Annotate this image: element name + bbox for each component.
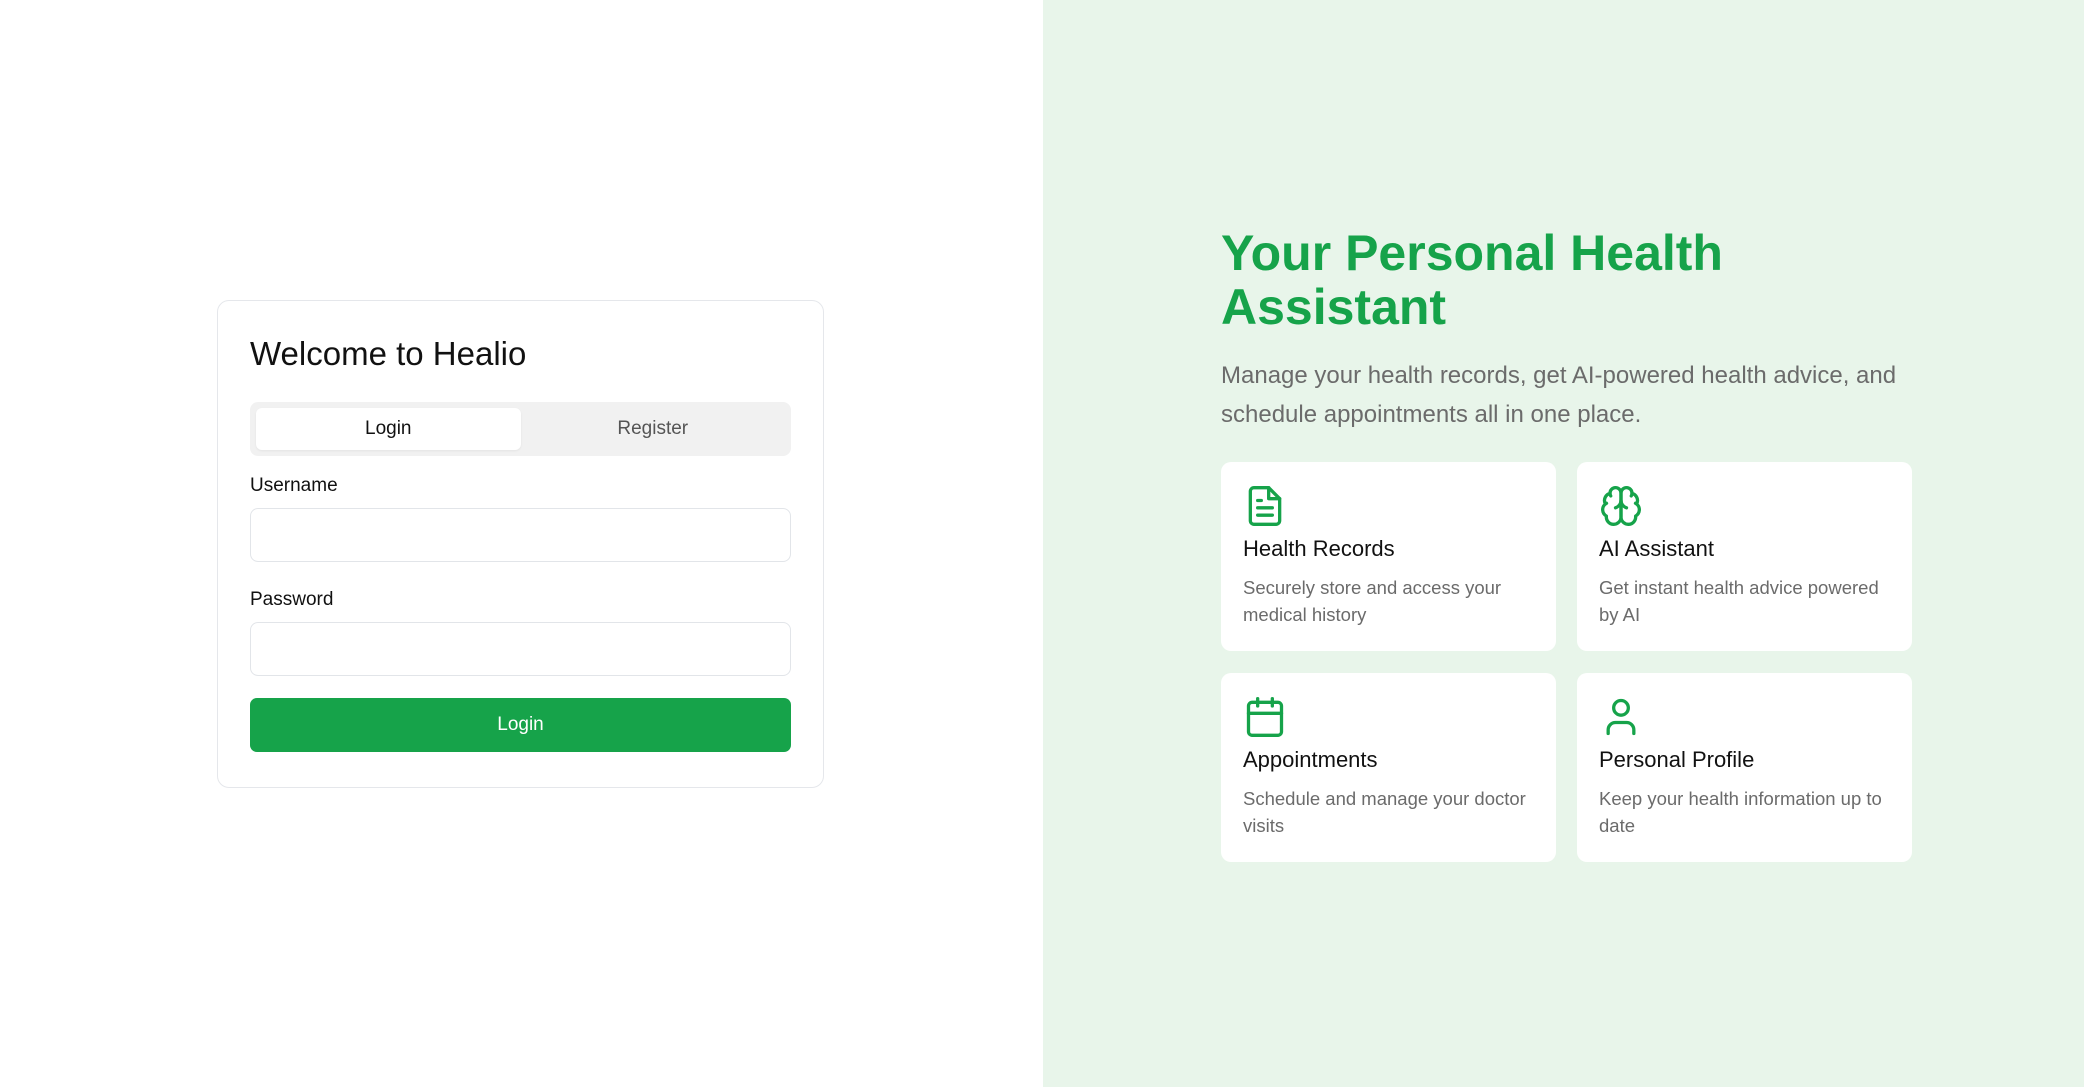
tab-login[interactable]: Login	[256, 408, 521, 451]
feature-title: Health Records	[1243, 536, 1395, 561]
feature-card-health-records: Health Records Securely store and access…	[1221, 462, 1556, 651]
feature-card-personal-profile: Personal Profile Keep your health inform…	[1577, 673, 1912, 862]
promo-title: Your Personal Health Assistant	[1221, 225, 1723, 335]
feature-description: Keep your health information up to date	[1599, 788, 1882, 836]
login-button[interactable]: Login	[250, 698, 791, 753]
feature-title: Personal Profile	[1599, 747, 1755, 772]
feature-grid: Health Records Securely store and access…	[1221, 462, 1921, 862]
login-card: Welcome to Healio Login Register Usernam…	[217, 300, 824, 788]
feature-description: Securely store and access your medical h…	[1243, 577, 1502, 625]
document-icon	[1243, 484, 1287, 528]
promo-panel: Your Personal Health Assistant Manage yo…	[1043, 0, 2084, 1087]
username-input[interactable]	[250, 508, 791, 563]
feature-card-ai-assistant: AI Assistant Get instant health advice p…	[1577, 462, 1912, 651]
password-input[interactable]	[250, 622, 791, 677]
feature-card-appointments: Appointments Schedule and manage your do…	[1221, 673, 1556, 862]
feature-description: Schedule and manage your doctor visits	[1243, 788, 1526, 836]
feature-description: Get instant health advice powered by AI	[1599, 577, 1879, 625]
login-panel: Welcome to Healio Login Register Usernam…	[0, 0, 1043, 1087]
auth-tabs: Login Register	[250, 402, 791, 457]
promo-content: Your Personal Health Assistant Manage yo…	[1221, 226, 1921, 862]
brain-icon	[1599, 484, 1643, 528]
username-label: Username	[250, 475, 338, 497]
feature-title: AI Assistant	[1599, 536, 1714, 561]
promo-description: Manage your health records, get AI-power…	[1221, 362, 1897, 428]
tab-register[interactable]: Register	[521, 408, 786, 450]
login-card-title: Welcome to Healio	[250, 335, 527, 372]
calendar-icon	[1243, 695, 1287, 739]
page: Welcome to Healio Login Register Usernam…	[0, 0, 2084, 1087]
password-label: Password	[250, 589, 334, 611]
user-icon	[1599, 695, 1643, 739]
feature-title: Appointments	[1243, 747, 1378, 772]
